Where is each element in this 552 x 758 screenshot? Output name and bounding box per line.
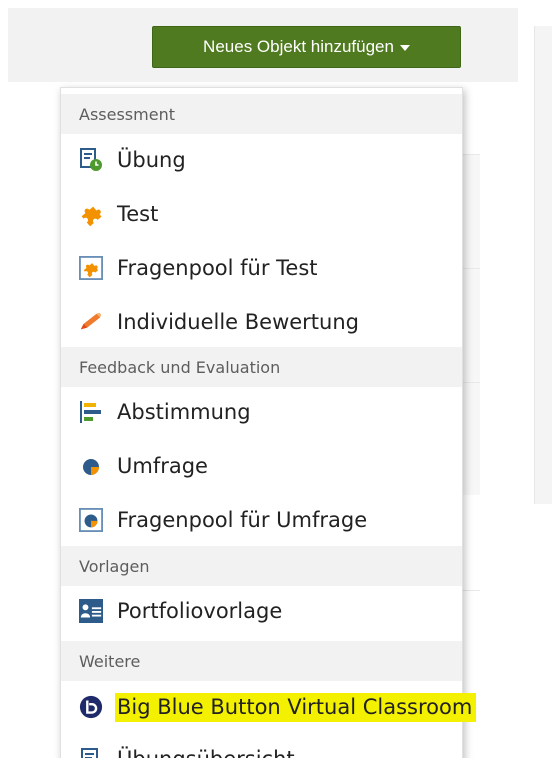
menu-item-label: Individuelle Bewertung [117,310,359,334]
survey-question-pool-icon [79,508,103,532]
menu-item-label: Umfrage [117,454,208,478]
menu-item-uebung[interactable]: Übung [61,134,462,186]
section-header-feedback-evaluation: Feedback und Evaluation [61,347,462,387]
add-new-object-label: Neues Objekt hinzufügen [203,37,394,56]
exercise-overview-icon [79,747,103,758]
menu-item-test[interactable]: Test [61,188,462,240]
pencil-icon [79,310,103,334]
menu-item-umfrage[interactable]: Umfrage [61,440,462,492]
caret-down-icon [399,45,410,51]
section-header-assessment: Assessment [61,94,462,134]
menu-item-label: Big Blue Button Virtual Classroom [115,692,477,722]
right-panel [534,26,552,504]
poll-icon [79,400,103,424]
menu-item-label: Portfoliovorlage [117,599,283,623]
section-header-vorlagen: Vorlagen [61,546,462,586]
menu-item-portfoliovorlage[interactable]: Portfoliovorlage [61,585,462,637]
add-object-dropdown: Assessment Übung Test Fragenpool für Tes… [60,87,477,758]
menu-item-label: Test [117,202,159,226]
page: Neues Objekt hinzufügen Assessment Übung [0,0,552,758]
menu-item-uebungsuebersicht[interactable]: Übungsübersicht [61,733,462,758]
section-header-weitere: Weitere [61,641,462,681]
menu-item-individuelle-bewertung[interactable]: Individuelle Bewertung [61,296,462,348]
exercise-icon [79,148,103,172]
portfolio-template-icon [79,599,103,623]
menu-item-label: Abstimmung [117,400,251,424]
survey-icon [79,454,103,478]
add-new-object-button[interactable]: Neues Objekt hinzufügen [152,26,461,68]
menu-item-label: Fragenpool für Test [117,256,318,280]
menu-item-big-blue-button[interactable]: Big Blue Button Virtual Classroom [61,681,541,733]
bigbluebutton-icon [79,695,103,719]
menu-item-label: Übung [117,148,186,172]
menu-item-label: Fragenpool für Umfrage [117,508,368,532]
background-divider [460,382,480,383]
background-card [460,154,480,495]
test-question-pool-icon [79,256,103,280]
menu-item-fragenpool-umfrage[interactable]: Fragenpool für Umfrage [61,494,462,546]
puzzle-icon [79,202,103,226]
background-divider [460,590,480,591]
background-divider [460,268,480,269]
menu-item-abstimmung[interactable]: Abstimmung [61,386,462,438]
menu-item-label: Übungsübersicht [117,747,295,758]
menu-item-fragenpool-test[interactable]: Fragenpool für Test [61,242,462,294]
